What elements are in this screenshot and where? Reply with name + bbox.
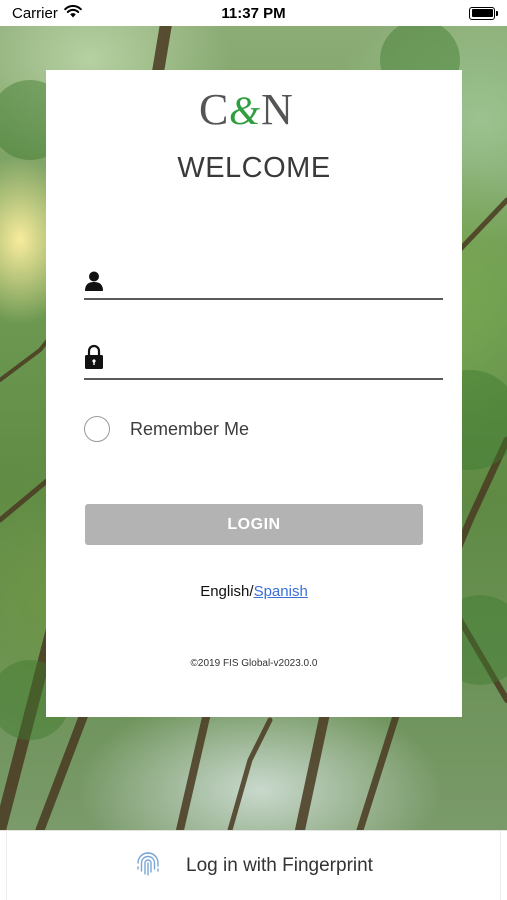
language-switcher: English/Spanish: [46, 583, 462, 600]
password-input[interactable]: [116, 344, 443, 376]
username-field[interactable]: [84, 260, 443, 300]
lock-icon: [84, 344, 104, 370]
status-left: Carrier: [12, 5, 82, 22]
password-field[interactable]: [84, 340, 443, 380]
copyright-text: ©2019 FIS Global-v2023.0.0: [190, 658, 318, 669]
fingerprint-login-bar[interactable]: Log in with Fingerprint: [0, 830, 507, 900]
remember-me-row[interactable]: Remember Me: [84, 416, 249, 442]
remember-me-radio[interactable]: [84, 416, 110, 442]
language-spanish-link[interactable]: Spanish: [254, 583, 308, 600]
logo-letter-c: C: [199, 85, 228, 134]
user-icon: [84, 270, 104, 292]
welcome-heading: WELCOME: [177, 152, 331, 184]
wifi-icon: [64, 4, 82, 22]
fingerprint-login-label: Log in with Fingerprint: [186, 854, 373, 876]
login-button[interactable]: LOGIN: [85, 504, 423, 545]
login-card: C & N WELCOME Remember Me LOGIN English/…: [46, 70, 462, 717]
fingerprint-icon: [134, 849, 162, 882]
remember-me-label: Remember Me: [130, 418, 250, 439]
logo-letter-n: N: [261, 85, 293, 134]
status-bar: Carrier 11:37 PM: [0, 0, 507, 26]
logo-ampersand: &: [229, 88, 260, 133]
company-logo: C & N: [46, 84, 462, 134]
battery-icon: [469, 6, 498, 20]
fingerprint-login-button[interactable]: Log in with Fingerprint: [6, 831, 501, 900]
carrier-label: Carrier: [12, 4, 58, 22]
language-english: English: [200, 583, 250, 600]
username-input[interactable]: [116, 264, 443, 296]
